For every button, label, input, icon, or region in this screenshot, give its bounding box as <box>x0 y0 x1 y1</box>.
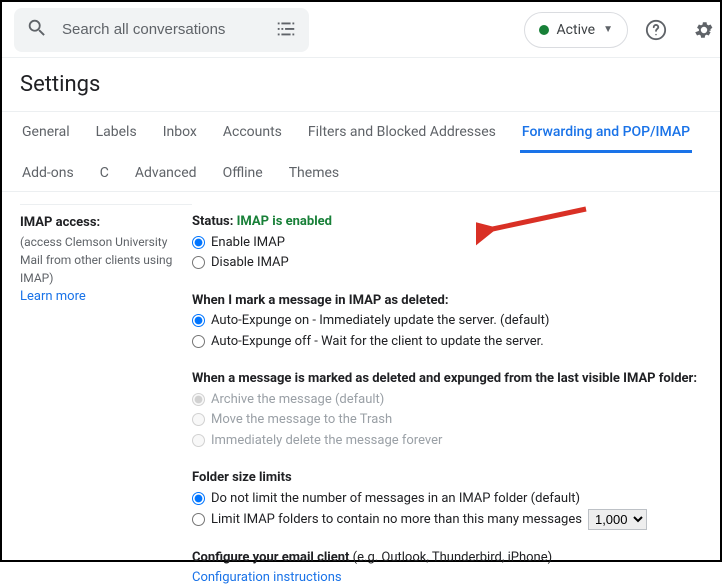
expunge-archive-radio <box>192 393 205 406</box>
tab-addons[interactable]: Add-ons <box>20 153 76 191</box>
folder-limit-radio[interactable] <box>192 513 205 526</box>
tab-accounts[interactable]: Accounts <box>221 112 284 153</box>
status-prefix: Status: <box>192 214 233 229</box>
config-client-section: Configure your email client (e.g. Outloo… <box>192 548 702 587</box>
section-label-column: IMAP access: (access Clemson University … <box>20 204 192 587</box>
folder-unlimited-radio[interactable] <box>192 492 205 505</box>
disable-imap-label: Disable IMAP <box>211 253 289 273</box>
tab-forwarding-pop-imap[interactable]: Forwarding and POP/IMAP <box>520 112 692 153</box>
deleted-heading: When I mark a message in IMAP as deleted… <box>192 291 702 311</box>
settings-content: IMAP access: (access Clemson University … <box>2 192 720 587</box>
auto-expunge-on-option[interactable]: Auto-Expunge on - Immediately update the… <box>192 311 702 331</box>
config-heading: Configure your email client (e.g. Outloo… <box>192 548 702 568</box>
folder-limit-label: Limit IMAP folders to contain no more th… <box>211 510 582 530</box>
learn-more-link[interactable]: Learn more <box>20 287 182 307</box>
filter-options-icon[interactable] <box>275 17 297 43</box>
topbar: Active ▼ <box>2 2 720 58</box>
folder-heading: Folder size limits <box>192 468 702 488</box>
imap-access-heading: IMAP access: <box>20 213 182 233</box>
imap-access-desc: (access Clemson University Mail from oth… <box>20 233 182 287</box>
expunge-section: When a message is marked as deleted and … <box>192 369 702 450</box>
page-title: Settings <box>2 58 720 111</box>
tab-cutoff[interactable]: C <box>98 153 111 191</box>
folder-limit-section: Folder size limits Do not limit the numb… <box>192 468 702 530</box>
disable-imap-option[interactable]: Disable IMAP <box>192 253 702 273</box>
folder-unlimited-option[interactable]: Do not limit the number of messages in a… <box>192 489 702 509</box>
tab-general[interactable]: General <box>20 112 72 153</box>
chevron-down-icon: ▼ <box>603 24 613 35</box>
expunge-heading: When a message is marked as deleted and … <box>192 369 702 389</box>
folder-unlimited-label: Do not limit the number of messages in a… <box>211 489 580 509</box>
deleted-section: When I mark a message in IMAP as deleted… <box>192 291 702 352</box>
active-dot-icon <box>539 25 549 35</box>
config-instructions-link[interactable]: Configuration instructions <box>192 568 702 587</box>
enable-imap-option[interactable]: Enable IMAP <box>192 233 702 253</box>
status-label: Active <box>557 22 596 38</box>
auto-expunge-off-option[interactable]: Auto-Expunge off - Wait for the client t… <box>192 332 702 352</box>
expunge-trash-label: Move the message to the Trash <box>211 410 392 430</box>
tab-offline[interactable]: Offline <box>221 153 265 191</box>
expunge-trash-option: Move the message to the Trash <box>192 410 702 430</box>
status-value: IMAP is enabled <box>237 214 332 229</box>
settings-tabs: General Labels Inbox Accounts Filters an… <box>2 111 720 192</box>
expunge-archive-label: Archive the message (default) <box>211 390 384 410</box>
imap-status-line: Status: IMAP is enabled <box>192 212 702 232</box>
disable-imap-radio[interactable] <box>192 256 205 269</box>
auto-expunge-on-radio[interactable] <box>192 314 205 327</box>
search-box[interactable] <box>14 8 309 52</box>
auto-expunge-off-label: Auto-Expunge off - Wait for the client t… <box>211 332 544 352</box>
folder-limit-select[interactable]: 1,000 <box>588 509 647 530</box>
search-input[interactable] <box>60 20 263 39</box>
auto-expunge-off-radio[interactable] <box>192 335 205 348</box>
imap-settings-column: Status: IMAP is enabled Enable IMAP Disa… <box>192 206 702 587</box>
tab-labels[interactable]: Labels <box>94 112 139 153</box>
config-heading-paren: (e.g. Outlook, Thunderbird, iPhone) <box>353 550 552 565</box>
expunge-delete-label: Immediately delete the message forever <box>211 431 442 451</box>
help-button[interactable] <box>636 10 676 50</box>
enable-imap-radio[interactable] <box>192 236 205 249</box>
expunge-delete-radio <box>192 434 205 447</box>
expunge-trash-radio <box>192 413 205 426</box>
search-icon <box>26 17 48 43</box>
tab-advanced[interactable]: Advanced <box>133 153 199 191</box>
auto-expunge-on-label: Auto-Expunge on - Immediately update the… <box>211 311 549 331</box>
config-heading-text: Configure your email client <box>192 550 349 565</box>
settings-gear-button[interactable] <box>684 10 722 50</box>
expunge-delete-option: Immediately delete the message forever <box>192 431 702 451</box>
tab-inbox[interactable]: Inbox <box>161 112 199 153</box>
tab-filters[interactable]: Filters and Blocked Addresses <box>306 112 498 153</box>
tab-themes[interactable]: Themes <box>287 153 341 191</box>
folder-limit-option[interactable]: Limit IMAP folders to contain no more th… <box>192 509 702 530</box>
expunge-archive-option: Archive the message (default) <box>192 390 702 410</box>
enable-imap-label: Enable IMAP <box>211 233 285 253</box>
status-pill[interactable]: Active ▼ <box>524 12 628 48</box>
